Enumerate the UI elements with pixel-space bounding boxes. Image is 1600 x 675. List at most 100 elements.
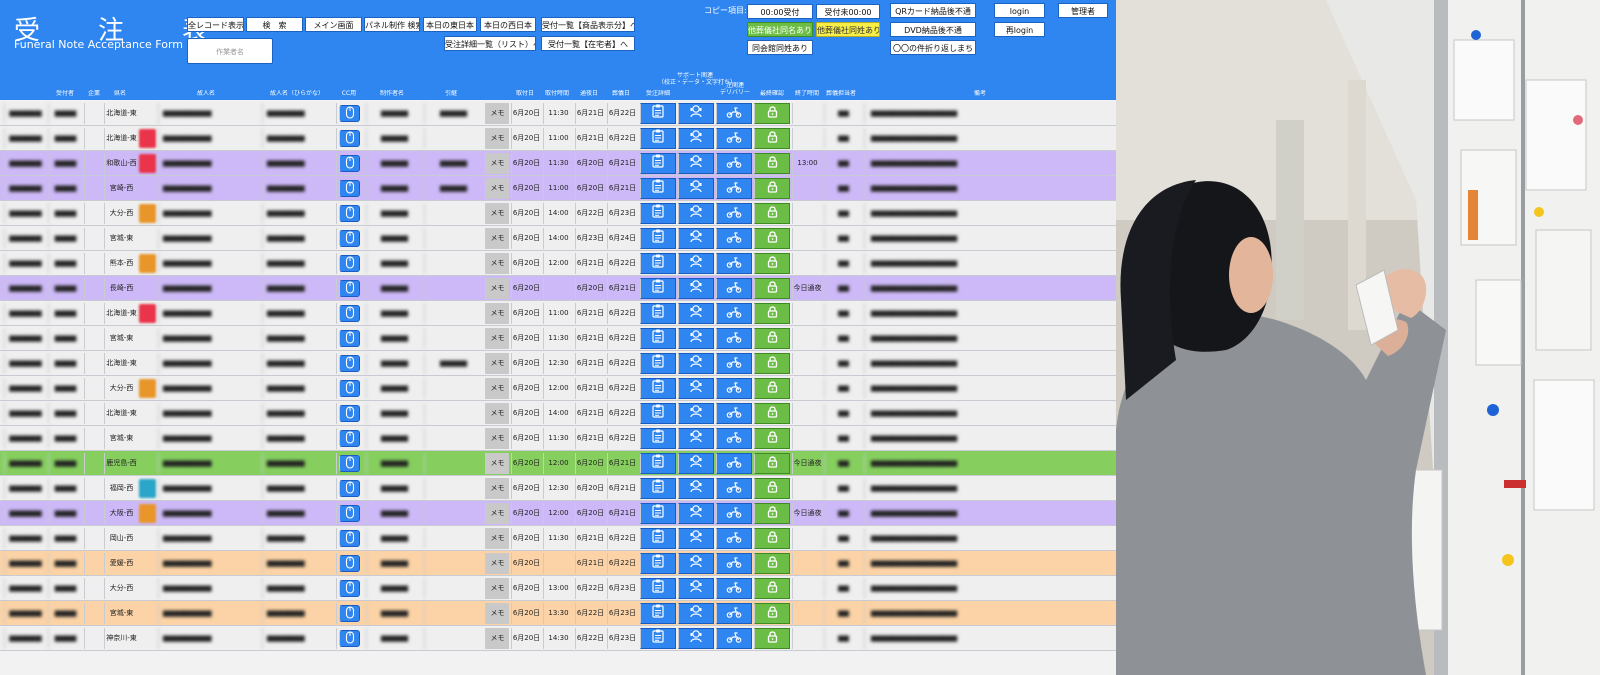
order-detail-button[interactable] [640, 228, 676, 249]
support-button[interactable] [678, 353, 714, 374]
delivery-button[interactable] [716, 528, 752, 549]
memo-button[interactable]: メモ [485, 378, 509, 399]
delivery-button[interactable] [716, 253, 752, 274]
relogin-button[interactable]: 再login [994, 22, 1045, 37]
delivery-button[interactable] [716, 353, 752, 374]
delivery-button[interactable] [716, 578, 752, 599]
delivery-button[interactable] [716, 403, 752, 424]
other-hall-surname-button[interactable]: 他葬儀社同姓あり [816, 22, 880, 37]
support-button[interactable] [678, 403, 714, 424]
admin-button[interactable]: 管理者 [1058, 3, 1108, 18]
support-button[interactable] [678, 203, 714, 224]
cc-mouse-button[interactable] [339, 555, 360, 572]
cc-mouse-button[interactable] [339, 455, 360, 472]
copy-received-time-button[interactable]: 受付未00:00 [816, 4, 880, 19]
final-check-button[interactable] [754, 553, 790, 574]
final-check-button[interactable] [754, 478, 790, 499]
memo-button[interactable]: メモ [485, 403, 509, 424]
support-button[interactable] [678, 103, 714, 124]
cc-mouse-button[interactable] [339, 155, 360, 172]
delivery-button[interactable] [716, 178, 752, 199]
memo-button[interactable]: メモ [485, 178, 509, 199]
memo-button[interactable]: メモ [485, 478, 509, 499]
delivery-button[interactable] [716, 153, 752, 174]
delivery-button[interactable] [716, 553, 752, 574]
delivery-button[interactable] [716, 303, 752, 324]
memo-button[interactable]: メモ [485, 353, 509, 374]
delivery-button[interactable] [716, 503, 752, 524]
final-check-button[interactable] [754, 628, 790, 649]
memo-button[interactable]: メモ [485, 528, 509, 549]
cc-mouse-button[interactable] [339, 505, 360, 522]
cc-mouse-button[interactable] [339, 530, 360, 547]
cc-mouse-button[interactable] [339, 130, 360, 147]
memo-button[interactable]: メモ [485, 228, 509, 249]
support-button[interactable] [678, 478, 714, 499]
support-button[interactable] [678, 328, 714, 349]
order-detail-button[interactable] [640, 353, 676, 374]
memo-button[interactable]: メモ [485, 603, 509, 624]
support-button[interactable] [678, 428, 714, 449]
order-detail-button[interactable] [640, 253, 676, 274]
final-check-button[interactable] [754, 603, 790, 624]
memo-button[interactable]: メモ [485, 128, 509, 149]
delivery-button[interactable] [716, 203, 752, 224]
cc-mouse-button[interactable] [339, 205, 360, 222]
delivery-button[interactable] [716, 128, 752, 149]
cc-mouse-button[interactable] [339, 405, 360, 422]
same-hall-surname-button[interactable]: 同会館同姓あり [747, 40, 813, 55]
memo-button[interactable]: メモ [485, 278, 509, 299]
final-check-button[interactable] [754, 103, 790, 124]
list-by-product-button[interactable]: 受付一覧【商品表示分】へ [541, 17, 635, 32]
final-check-button[interactable] [754, 328, 790, 349]
support-button[interactable] [678, 153, 714, 174]
cc-mouse-button[interactable] [339, 230, 360, 247]
delivery-button[interactable] [716, 628, 752, 649]
final-check-button[interactable] [754, 203, 790, 224]
support-button[interactable] [678, 453, 714, 474]
order-detail-button[interactable] [640, 203, 676, 224]
main-screen-button[interactable]: メイン画面 [305, 17, 362, 32]
memo-button[interactable]: メモ [485, 503, 509, 524]
order-detail-button[interactable] [640, 553, 676, 574]
today-west-button[interactable]: 本日の西日本 [480, 17, 536, 32]
memo-button[interactable]: メモ [485, 578, 509, 599]
order-detail-button[interactable] [640, 428, 676, 449]
support-button[interactable] [678, 603, 714, 624]
delivery-button[interactable] [716, 453, 752, 474]
support-button[interactable] [678, 628, 714, 649]
final-check-button[interactable] [754, 503, 790, 524]
final-check-button[interactable] [754, 303, 790, 324]
cc-mouse-button[interactable] [339, 105, 360, 122]
cc-mouse-button[interactable] [339, 305, 360, 322]
final-check-button[interactable] [754, 428, 790, 449]
panel-search-button[interactable]: パネル制作 検索 [364, 17, 420, 32]
support-button[interactable] [678, 578, 714, 599]
memo-button[interactable]: メモ [485, 628, 509, 649]
qr-no-delivery-button[interactable]: QRカード納品後不通 [890, 3, 976, 18]
final-check-button[interactable] [754, 453, 790, 474]
cc-mouse-button[interactable] [339, 605, 360, 622]
login-button[interactable]: login [994, 3, 1045, 18]
support-button[interactable] [678, 253, 714, 274]
support-button[interactable] [678, 278, 714, 299]
dvd-no-delivery-button[interactable]: DVD納品後不通 [890, 22, 976, 37]
order-detail-button[interactable] [640, 278, 676, 299]
final-check-button[interactable] [754, 378, 790, 399]
support-button[interactable] [678, 528, 714, 549]
delivery-button[interactable] [716, 328, 752, 349]
final-check-button[interactable] [754, 253, 790, 274]
order-detail-button[interactable] [640, 503, 676, 524]
memo-button[interactable]: メモ [485, 453, 509, 474]
order-detail-button[interactable] [640, 128, 676, 149]
support-button[interactable] [678, 128, 714, 149]
detail-list-button[interactable]: 受注詳細一覧（リスト）へ [444, 36, 536, 51]
order-detail-button[interactable] [640, 528, 676, 549]
final-check-button[interactable] [754, 153, 790, 174]
delivery-button[interactable] [716, 278, 752, 299]
support-button[interactable] [678, 378, 714, 399]
cc-mouse-button[interactable] [339, 180, 360, 197]
final-check-button[interactable] [754, 403, 790, 424]
author-name-input[interactable]: 作業者名 [187, 38, 273, 64]
all-records-button[interactable]: 全レコード表示 [187, 17, 244, 32]
